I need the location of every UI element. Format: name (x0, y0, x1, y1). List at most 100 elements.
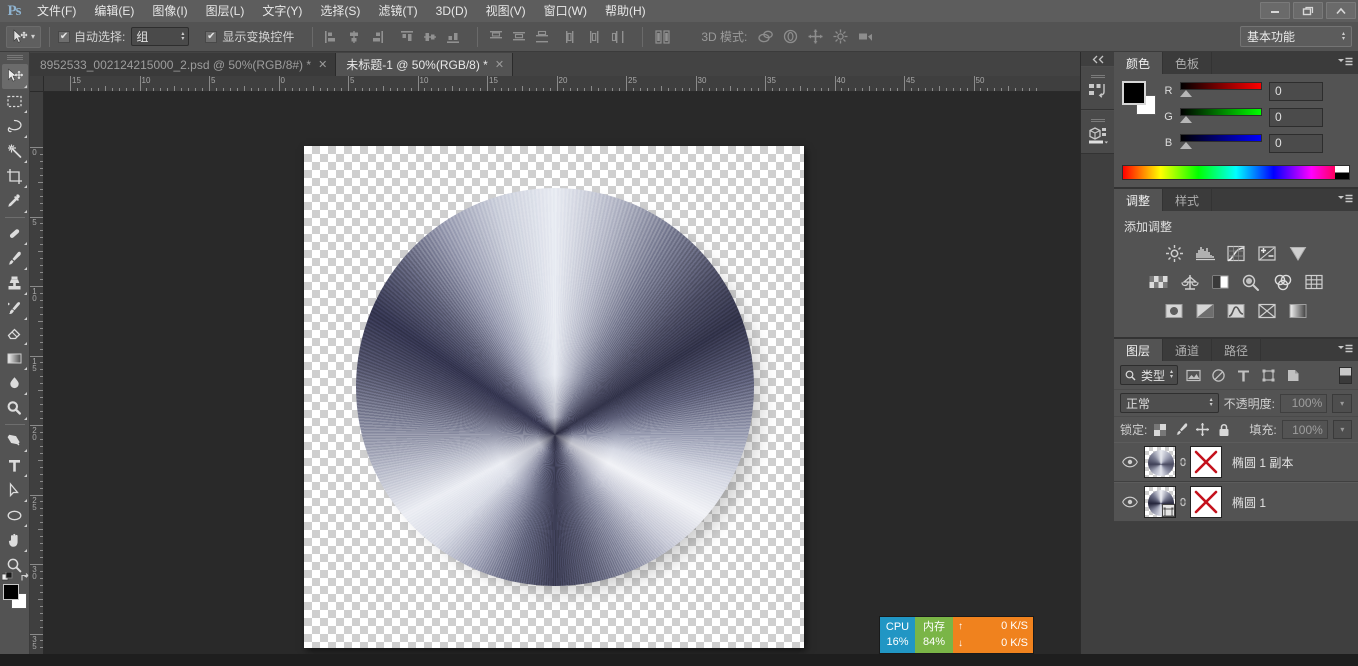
layers-panel-menu-button[interactable] (1337, 344, 1353, 354)
color-channel-value[interactable]: 0 (1269, 81, 1323, 101)
history-brush-tool[interactable] (2, 296, 28, 321)
close-button[interactable] (1326, 2, 1356, 19)
color-slider-thumb[interactable] (1180, 90, 1192, 97)
color-lookup-icon[interactable] (1302, 272, 1326, 292)
align-right-edges-icon[interactable] (367, 27, 387, 47)
distribute-top-edges-icon[interactable] (486, 27, 506, 47)
fill-slider-arrow-icon[interactable]: ▾ (1332, 420, 1353, 439)
align-horizontal-centers-icon[interactable] (344, 27, 364, 47)
horizontal-ruler[interactable]: 15 10 5 0 5 10 15 20 25 30 35 40 45 50 (44, 76, 1080, 92)
lock-transparent-icon[interactable] (1152, 421, 1168, 438)
show-transform-checkbox[interactable]: ✔ (205, 30, 218, 43)
distribute-right-edges-icon[interactable] (608, 27, 628, 47)
brush-tool[interactable] (2, 246, 28, 271)
system-monitor-widget[interactable]: CPU 16% 内存 84% ↑ ↓ 0 K/S 0 K/S (879, 616, 1034, 654)
color-slider-thumb[interactable] (1180, 142, 1192, 149)
canvas-area[interactable] (44, 92, 1080, 666)
vertical-ruler[interactable]: 0 5 1 0 1 5 2 0 2 5 3 0 3 5 (30, 92, 44, 666)
photo-filter-icon[interactable] (1240, 272, 1264, 292)
align-vertical-centers-icon[interactable] (420, 27, 440, 47)
layer-thumbnail[interactable] (1144, 446, 1176, 478)
dodge-tool[interactable] (2, 396, 28, 421)
lock-position-icon[interactable] (1195, 421, 1211, 438)
healing-brush-tool[interactable] (2, 221, 28, 246)
tab-color[interactable]: 颜色 (1114, 52, 1164, 74)
gradient-tool[interactable] (2, 346, 28, 371)
3d-slide-icon[interactable] (830, 27, 850, 47)
menu-view[interactable]: 视图(V) (477, 0, 535, 22)
menu-filter[interactable]: 滤镜(T) (369, 0, 426, 22)
selective-color-icon[interactable] (1255, 301, 1279, 321)
color-channel-slider[interactable] (1180, 107, 1262, 127)
color-channel-slider[interactable] (1180, 133, 1262, 153)
document-tab-1[interactable]: 未标题-1 @ 50%(RGB/8) * ✕ (336, 53, 514, 76)
color-slider-thumb[interactable] (1180, 116, 1192, 123)
menu-help[interactable]: 帮助(H) (596, 0, 655, 22)
layer-row[interactable]: 椭圆 1 副本 (1114, 442, 1358, 482)
menu-file[interactable]: 文件(F) (28, 0, 85, 22)
document-tab-0[interactable]: 8952533_002124215000_2.psd @ 50%(RGB/8#)… (30, 53, 337, 76)
tab-layers[interactable]: 图层 (1114, 339, 1164, 361)
layer-visibility-toggle[interactable] (1116, 496, 1144, 508)
3d-scale-camera-icon[interactable] (855, 27, 875, 47)
adjustments-panel-menu-button[interactable] (1337, 194, 1353, 204)
auto-select-checkbox[interactable]: ✔ (58, 30, 71, 43)
clone-stamp-tool[interactable] (2, 271, 28, 296)
invert-icon[interactable] (1162, 301, 1186, 321)
layer-thumbnail[interactable] (1144, 486, 1176, 518)
eyedropper-tool[interactable] (2, 189, 28, 214)
restore-button[interactable] (1293, 2, 1323, 19)
distribute-horizontal-centers-icon[interactable] (585, 27, 605, 47)
crop-tool[interactable] (2, 164, 28, 189)
hue-saturation-icon[interactable] (1147, 272, 1171, 292)
3d-pan-icon[interactable] (805, 27, 825, 47)
hand-tool[interactable] (2, 528, 28, 553)
color-channel-slider[interactable] (1180, 81, 1262, 101)
vibrance-icon[interactable] (1286, 243, 1310, 263)
color-balance-icon[interactable] (1178, 272, 1202, 292)
type-tool[interactable] (2, 453, 28, 478)
close-tab-icon[interactable]: ✕ (495, 58, 504, 71)
auto-select-target-dropdown[interactable]: 组 ▴ ▾ (131, 27, 190, 46)
opacity-value[interactable]: 100% (1279, 393, 1328, 413)
move-tool[interactable] (1, 64, 28, 89)
expand-panels-button[interactable] (1081, 52, 1114, 66)
lasso-tool[interactable] (2, 114, 28, 139)
black-white-icon[interactable] (1209, 272, 1233, 292)
tab-styles[interactable]: 样式 (1163, 189, 1213, 211)
align-top-edges-icon[interactable] (397, 27, 417, 47)
layer-row[interactable]: 椭圆 1 (1114, 482, 1358, 522)
adjustment-filter-icon[interactable] (1209, 366, 1228, 385)
foreground-color-swatch[interactable] (2, 584, 19, 600)
filter-enable-toggle[interactable] (1339, 366, 1352, 384)
align-left-edges-icon[interactable] (321, 27, 341, 47)
eraser-tool[interactable] (2, 321, 28, 346)
tools-panel-grip[interactable] (6, 55, 23, 61)
menu-image[interactable]: 图像(I) (143, 0, 196, 22)
gradient-map-icon[interactable] (1286, 301, 1310, 321)
menu-layer[interactable]: 图层(L) (197, 0, 254, 22)
color-spectrum-bar[interactable] (1122, 165, 1350, 180)
layer-mask-thumbnail[interactable] (1190, 486, 1222, 518)
type-filter-icon[interactable] (1234, 366, 1253, 385)
distribute-left-edges-icon[interactable] (562, 27, 582, 47)
auto-align-layers-icon[interactable] (651, 27, 675, 47)
brushed-metal-disc-artwork[interactable] (356, 188, 754, 586)
blend-mode-dropdown[interactable]: 正常 ▴ ▾ (1120, 393, 1219, 413)
distribute-bottom-edges-icon[interactable] (532, 27, 552, 47)
threshold-icon[interactable] (1224, 301, 1248, 321)
history-panel-icon[interactable] (1081, 66, 1114, 110)
opacity-slider-arrow-icon[interactable]: ▾ (1332, 393, 1352, 413)
layer-filter-type-dropdown[interactable]: 类型 ▴ ▾ (1120, 365, 1179, 385)
smart-object-filter-icon[interactable] (1284, 366, 1303, 385)
color-channel-value[interactable]: 0 (1269, 133, 1323, 153)
lock-all-icon[interactable] (1216, 421, 1232, 438)
workspace-switcher[interactable]: 基本功能 ▴ ▾ (1240, 26, 1352, 47)
levels-icon[interactable] (1193, 243, 1217, 263)
menu-select[interactable]: 选择(S) (311, 0, 369, 22)
menu-window[interactable]: 窗口(W) (535, 0, 596, 22)
close-tab-icon[interactable]: ✕ (318, 58, 327, 71)
exposure-icon[interactable] (1255, 243, 1279, 263)
layer-link-icon[interactable] (1176, 495, 1190, 509)
channel-mixer-icon[interactable] (1271, 272, 1295, 292)
